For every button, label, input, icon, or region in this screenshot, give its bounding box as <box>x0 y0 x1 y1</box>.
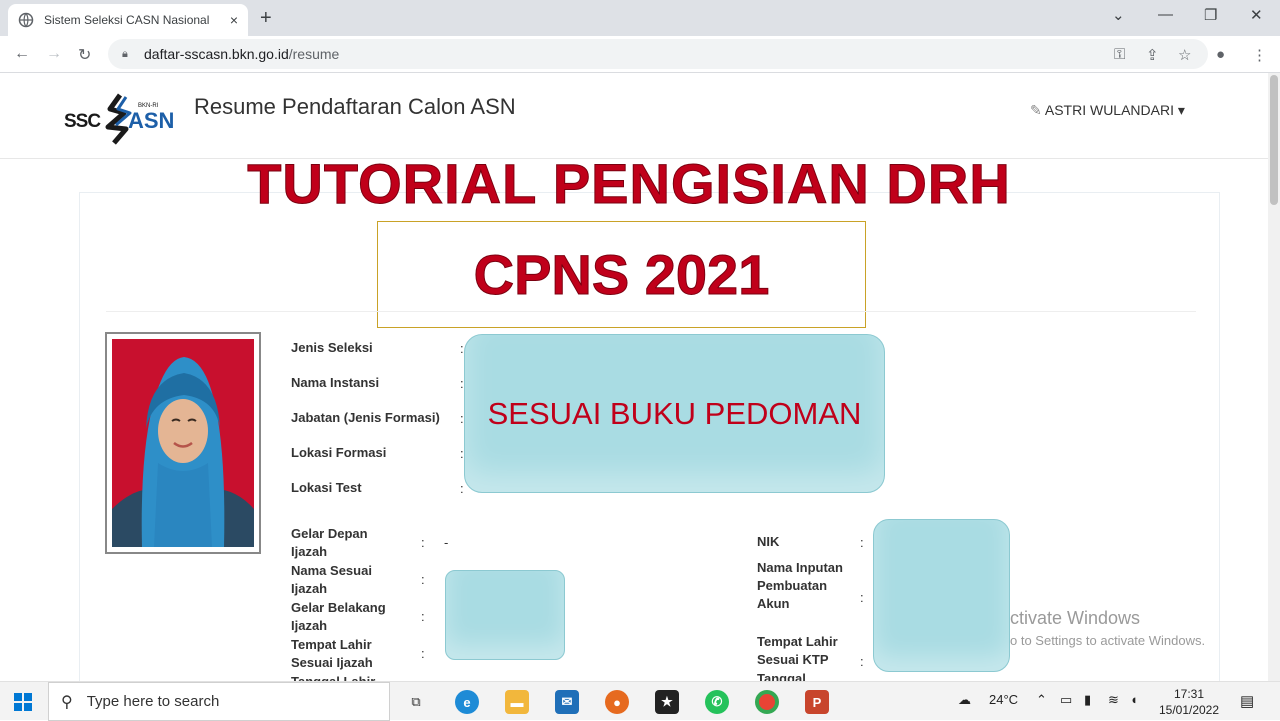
colon: : <box>460 481 464 496</box>
page-title: Resume Pendaftaran Calon ASN <box>194 94 516 119</box>
site-header: SSC BKN-RI ASN Resume Pendaftaran Calon … <box>0 73 1268 159</box>
tray-chevron-icon[interactable]: ⌃ <box>1036 692 1047 708</box>
chrome-icon[interactable] <box>755 690 779 714</box>
task-view-icon[interactable]: ⧉ <box>404 690 428 714</box>
portrait-illustration <box>112 357 254 547</box>
colon: : <box>860 590 864 605</box>
notification-icon[interactable]: ▤ <box>1240 692 1254 710</box>
scrollbar-thumb[interactable] <box>1270 75 1278 205</box>
firefox-icon[interactable]: ● <box>605 690 629 714</box>
media-app-icon[interactable]: ★ <box>655 690 679 714</box>
field-label: Tempat Lahir Sesuai Ijazah <box>291 637 373 670</box>
search-placeholder: Type here to search <box>86 693 220 710</box>
browser-tab[interactable]: Sistem Seleksi CASN Nasional × <box>8 4 248 36</box>
user-menu[interactable]: ✎ ASTRI WULANDARI ▾ <box>1030 102 1185 119</box>
key-icon[interactable]: ⚿ <box>1114 46 1125 63</box>
cpns-title: CPNS 2021 <box>473 243 770 307</box>
logo-ssc-text: SSC <box>64 111 101 132</box>
field-label: Tempat Lahir Sesuai KTP <box>757 634 838 667</box>
pen-slash-icon: ✎ <box>1030 102 1042 118</box>
battery-icon[interactable]: ▮ <box>1084 692 1091 708</box>
field-label: Jabatan (Jenis Formasi) <box>291 410 440 425</box>
taskbar-clock[interactable]: 17:31 15/01/2022 <box>1154 686 1224 718</box>
sscasn-logo[interactable]: SSC BKN-RI ASN <box>62 91 174 149</box>
url-host: daftar-sscasn.bkn.go.id <box>144 46 289 62</box>
logo-asn-text: ASN <box>128 108 175 133</box>
search-icon: ⚲ <box>61 693 73 711</box>
browser-tab-strip: Sistem Seleksi CASN Nasional × + ⌄ — ❐ ✕ <box>0 0 1280 36</box>
wifi-icon[interactable]: ≋ <box>1108 692 1119 708</box>
activate-windows-title: ctivate Windows <box>1010 608 1141 628</box>
meet-icon[interactable]: ▭ <box>1060 692 1072 708</box>
edge-icon[interactable]: e <box>455 690 479 714</box>
tutorial-title: TUTORIAL PENGISIAN DRH <box>247 152 1011 216</box>
reload-icon[interactable]: ↻ <box>78 45 91 65</box>
menu-kebab-icon[interactable]: ⋮ <box>1252 46 1267 64</box>
field-label: Tanggal <box>757 671 806 681</box>
share-icon[interactable]: ⇪ <box>1146 46 1159 64</box>
clock-date: 15/01/2022 <box>1158 703 1220 717</box>
field-value: - <box>444 535 449 550</box>
weather-icon[interactable]: ☁ <box>958 692 971 708</box>
lock-icon: 🔒︎ <box>122 47 128 60</box>
page-scrollbar[interactable] <box>1268 73 1280 681</box>
restore-icon[interactable]: ❐ <box>1204 6 1217 24</box>
field-label: Nama Sesuai Ijazah <box>291 563 372 596</box>
globe-icon <box>18 12 34 28</box>
back-icon[interactable]: ← <box>14 45 30 63</box>
pedoman-text: SESUAI BUKU PEDOMAN <box>487 395 862 431</box>
field-label: Lokasi Formasi <box>291 445 387 460</box>
field-label: Gelar Depan Ijazah <box>291 526 368 559</box>
browser-toolbar: ← → ↻ 🔒︎ daftar-sscasn.bkn.go.id /resume… <box>0 36 1280 73</box>
powerpoint-icon[interactable]: P <box>805 690 829 714</box>
colon: : <box>860 654 864 669</box>
field-label: Jenis Seleksi <box>291 340 373 355</box>
page-viewport: SSC BKN-RI ASN Resume Pendaftaran Calon … <box>0 73 1268 681</box>
close-window-icon[interactable]: ✕ <box>1250 6 1263 24</box>
colon: : <box>421 572 425 587</box>
colon: : <box>860 535 864 550</box>
redaction-overlay <box>873 519 1010 672</box>
field-label: Lokasi Test <box>291 480 362 495</box>
new-tab-button[interactable]: + <box>260 7 272 30</box>
minimize-icon[interactable]: — <box>1158 6 1173 23</box>
volume-icon[interactable]: ◖ <box>1130 692 1138 707</box>
temperature[interactable]: 24°C <box>989 692 1018 707</box>
field-label: Gelar Belakang Ijazah <box>291 600 386 633</box>
applicant-photo <box>105 332 261 554</box>
field-label: Tanggal Lahir <box>291 673 401 681</box>
colon: : <box>421 535 425 550</box>
field-label: NIK <box>757 534 780 549</box>
colon: : <box>421 609 425 624</box>
tab-search-icon[interactable]: ⌄ <box>1112 6 1125 24</box>
close-tab-icon[interactable]: × <box>230 12 238 28</box>
url-path: /resume <box>288 46 340 62</box>
tab-title: Sistem Seleksi CASN Nasional <box>44 13 210 27</box>
clock-time: 17:31 <box>1173 687 1205 701</box>
whatsapp-icon[interactable]: ✆ <box>705 690 729 714</box>
mail-icon[interactable]: ✉ <box>555 690 579 714</box>
chevron-down-icon: ▾ <box>1177 102 1185 118</box>
divider <box>106 311 1196 312</box>
bookmark-star-icon[interactable]: ☆ <box>1178 46 1191 64</box>
redaction-overlay <box>445 570 565 660</box>
taskbar-search-input[interactable]: ⚲ Type here to search <box>48 682 390 721</box>
file-explorer-icon[interactable]: ▬ <box>505 690 529 714</box>
windows-taskbar: ⚲ Type here to search ⧉ e ▬ ✉ ● ★ ✆ P ☁ … <box>0 681 1280 721</box>
field-label: Nama Instansi <box>291 375 380 390</box>
address-bar[interactable]: 🔒︎ daftar-sscasn.bkn.go.id /resume <box>108 39 1208 69</box>
windows-start-icon[interactable] <box>14 693 32 711</box>
field-label: Nama Inputan Pembuatan Akun <box>757 560 843 611</box>
activate-windows-subtitle: o to Settings to activate Windows. <box>1010 633 1206 648</box>
forward-icon[interactable]: → <box>46 45 62 63</box>
pedoman-overlay: SESUAI BUKU PEDOMAN <box>464 334 885 493</box>
colon: : <box>421 646 425 661</box>
profile-icon[interactable]: ● <box>1216 46 1225 63</box>
user-name: ASTRI WULANDARI <box>1044 102 1174 118</box>
